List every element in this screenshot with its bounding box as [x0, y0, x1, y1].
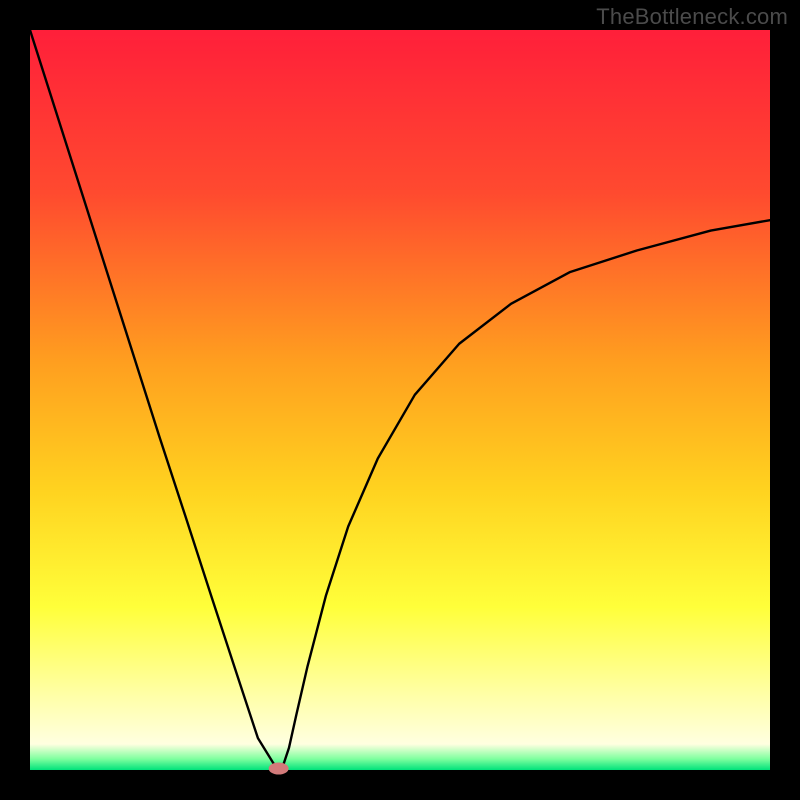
bottleneck-chart	[0, 0, 800, 800]
plot-background	[30, 30, 770, 770]
watermark-text: TheBottleneck.com	[596, 4, 788, 30]
optimal-point-marker	[269, 763, 289, 775]
chart-frame: TheBottleneck.com	[0, 0, 800, 800]
